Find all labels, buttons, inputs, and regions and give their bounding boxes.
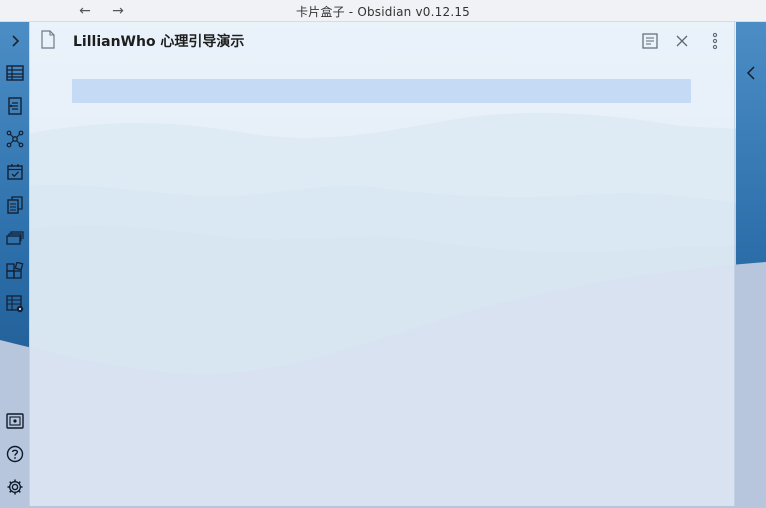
chevron-right-icon[interactable] <box>2 28 27 53</box>
calendar-check-icon[interactable] <box>2 159 27 184</box>
left-ribbon <box>0 22 29 508</box>
table-settings-icon[interactable] <box>2 291 27 316</box>
chevron-left-icon[interactable] <box>742 62 760 84</box>
table-icon[interactable] <box>2 60 27 85</box>
editor-active-line[interactable] <box>72 79 691 103</box>
more-options-icon[interactable] <box>704 30 726 52</box>
help-icon[interactable] <box>2 441 27 466</box>
settings-gear-icon[interactable] <box>2 474 27 499</box>
window-title: 卡片盒子 - Obsidian v0.12.15 <box>295 5 471 19</box>
window-title-bar: ← → 卡片盒子 - Obsidian v0.12.15 <box>0 0 766 22</box>
note-title[interactable]: LillianWho 心理引导演示 <box>73 31 244 51</box>
editor-pane: LillianWho 心理引导演示 <box>29 22 735 506</box>
plugin-grid-icon[interactable] <box>2 258 27 283</box>
cards-icon[interactable] <box>2 225 27 250</box>
pane-header: LillianWho 心理引导演示 <box>30 22 736 60</box>
reading-view-icon[interactable] <box>639 30 661 52</box>
obsidian-app-window: ← → 卡片盒子 - Obsidian v0.12.15 LillianWho … <box>0 0 766 508</box>
copy-files-icon[interactable] <box>2 192 27 217</box>
vault-icon[interactable] <box>2 408 27 433</box>
close-icon[interactable] <box>671 30 693 52</box>
document-list-icon[interactable] <box>2 93 27 118</box>
graph-view-icon[interactable] <box>2 126 27 151</box>
document-icon <box>40 30 58 50</box>
